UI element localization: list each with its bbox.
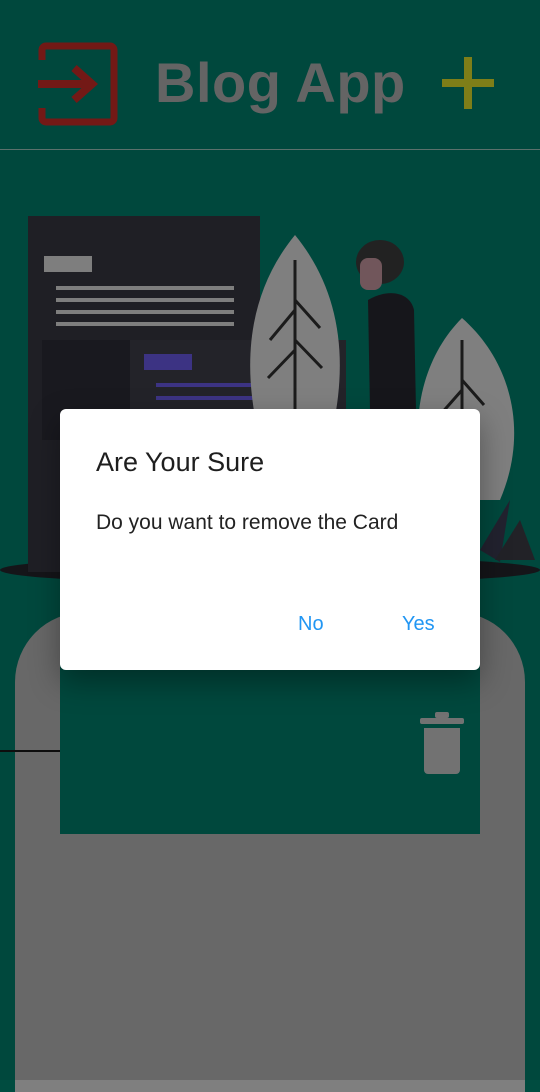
yes-button[interactable]: Yes bbox=[398, 607, 439, 642]
confirm-dialog: Are Your Sure Do you want to remove the … bbox=[60, 409, 480, 670]
dialog-title: Are Your Sure bbox=[96, 447, 265, 477]
dialog-message: Do you want to remove the Card bbox=[96, 511, 399, 534]
no-button[interactable]: No bbox=[294, 607, 328, 642]
